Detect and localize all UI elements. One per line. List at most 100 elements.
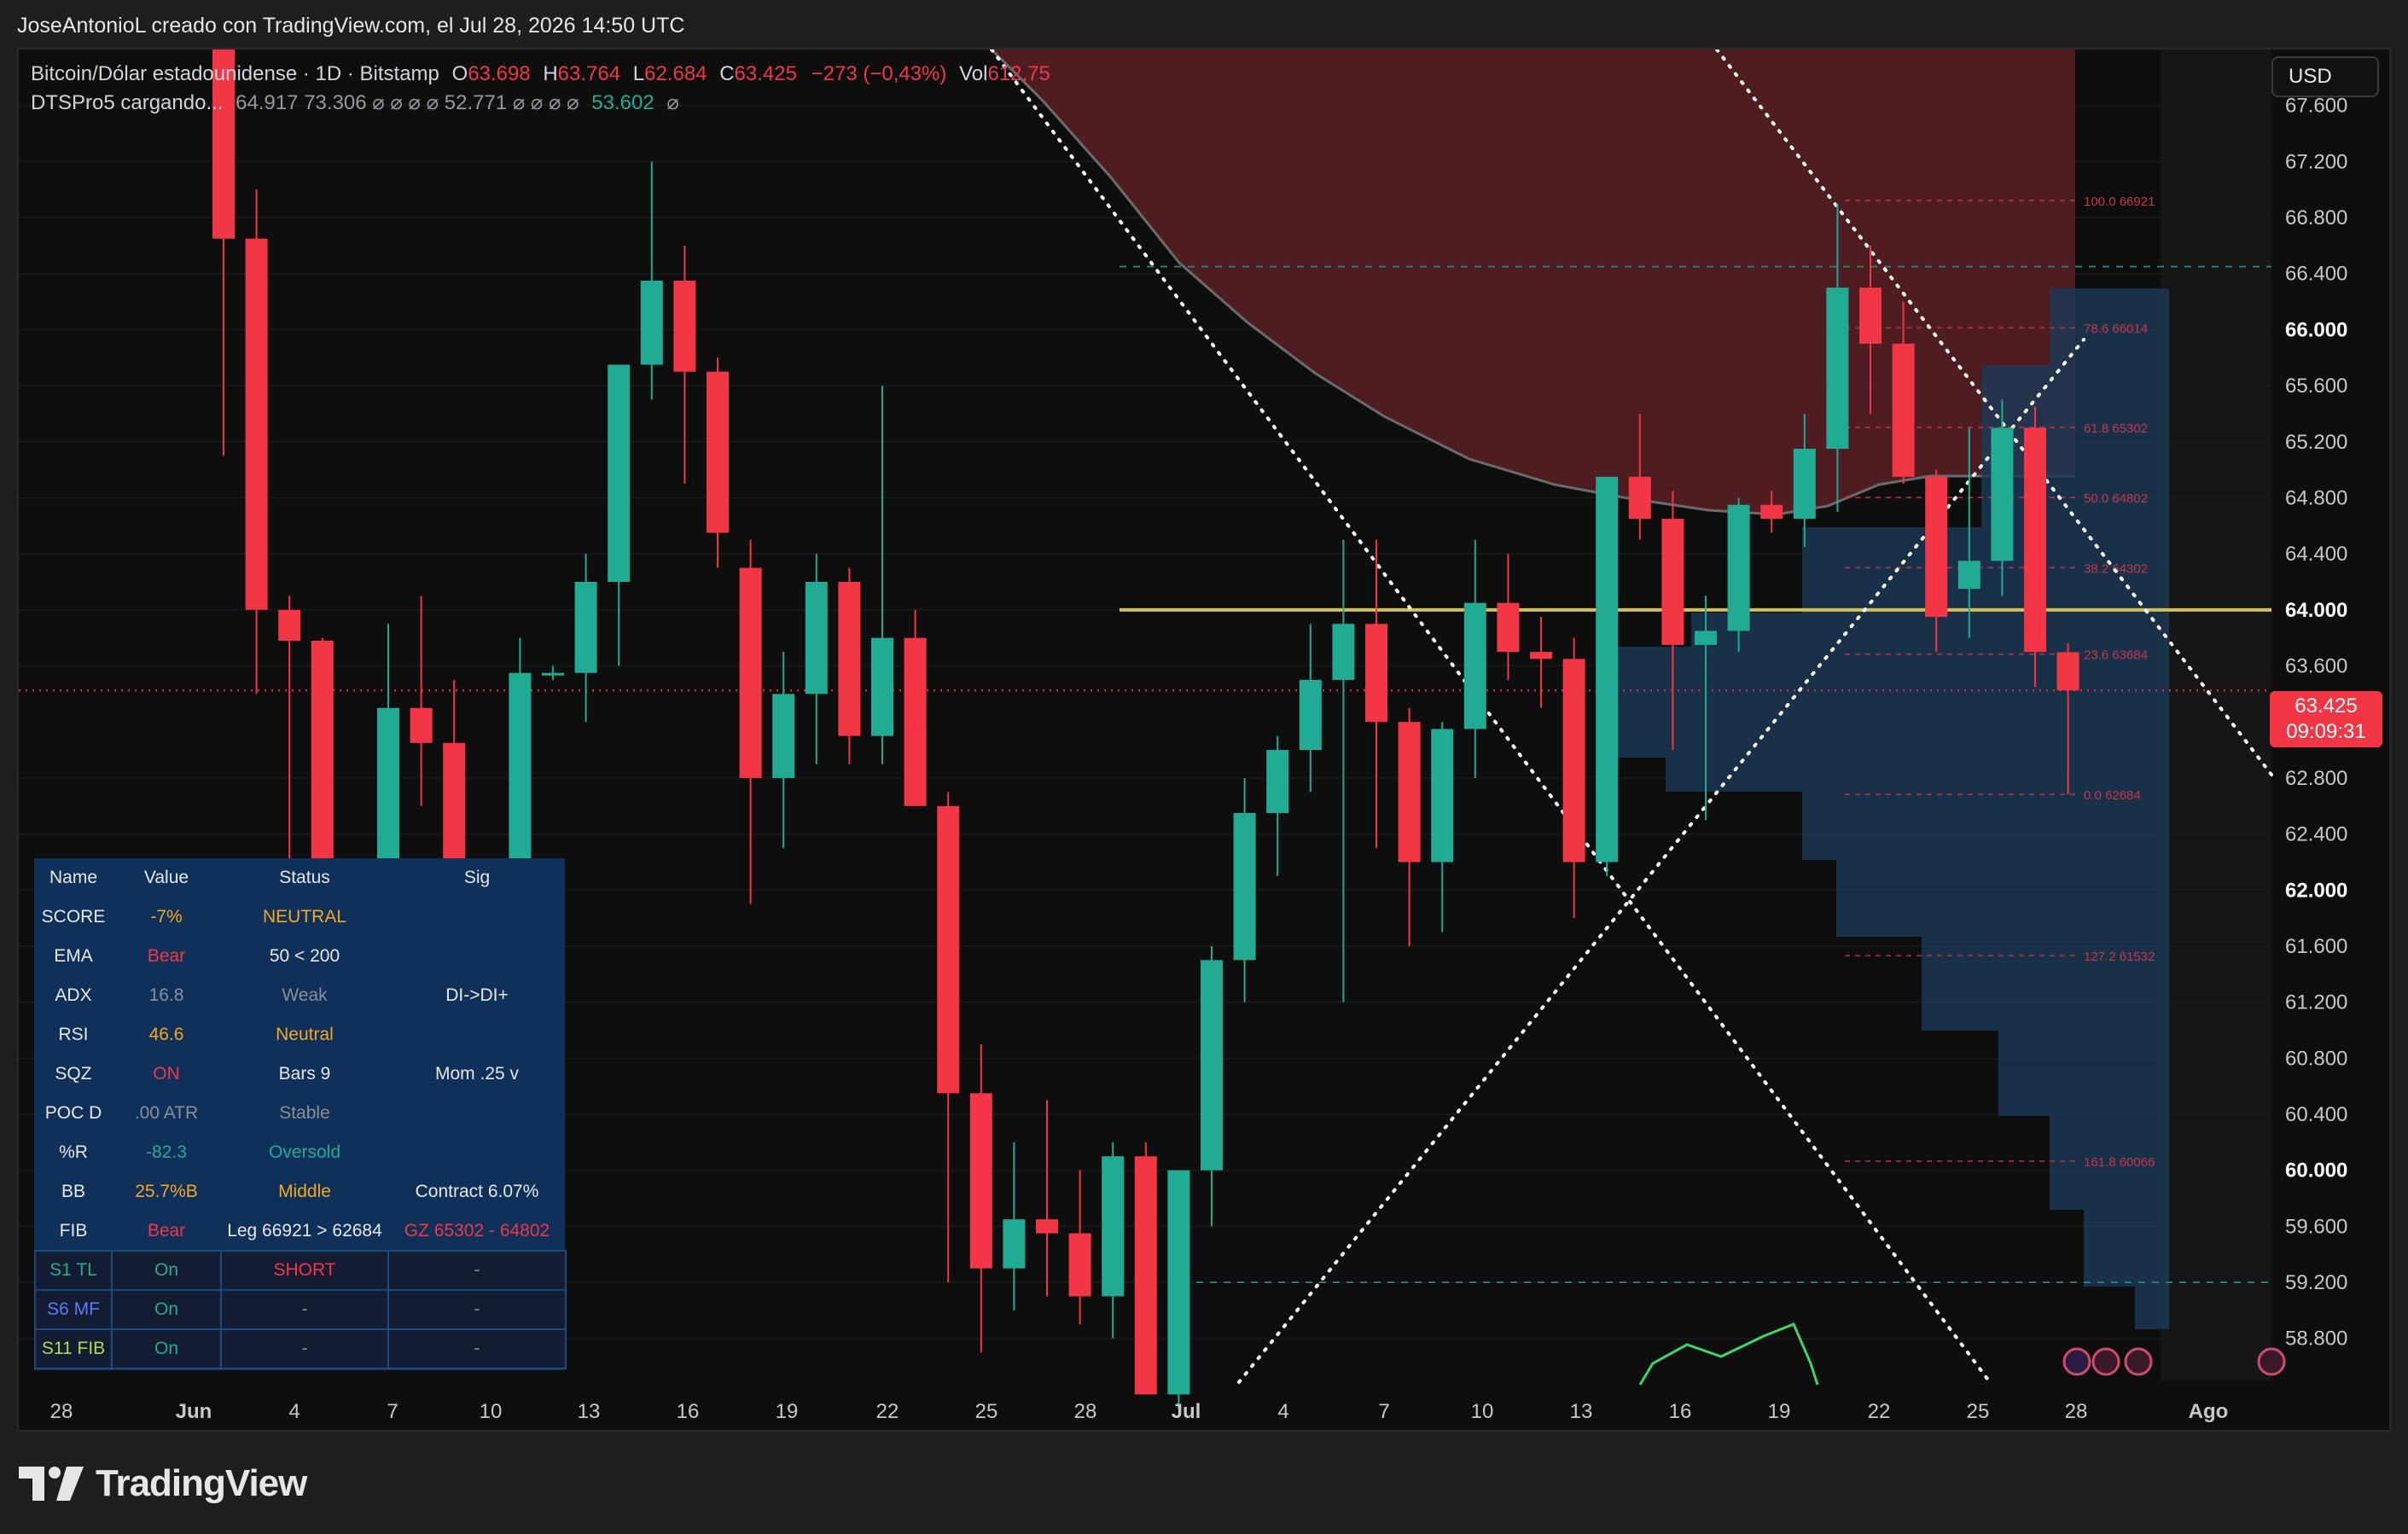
us-flag-event-icon <box>2091 1347 2120 1376</box>
table-row: RSI 46.6 Neutral <box>35 1015 566 1055</box>
volume-profile-bar <box>1691 613 2169 647</box>
row-status: Oversold <box>268 1142 341 1162</box>
row-name: POC D <box>44 1103 102 1123</box>
symbol-name[interactable]: Bitcoin/Dólar estadounidense · 1D · Bits… <box>31 62 439 85</box>
candle-body <box>410 707 433 743</box>
candle-body <box>278 609 301 641</box>
high-value: 63.764 <box>557 62 621 85</box>
y-axis-tick-label: 67.200 <box>2285 150 2347 173</box>
row-status: NEUTRAL <box>262 907 347 927</box>
candle-body <box>1530 652 1552 660</box>
y-axis-tick-label: 61.600 <box>2285 935 2347 958</box>
row-status: Middle <box>278 1182 331 1201</box>
candle-body <box>838 582 861 736</box>
change-value: −273 (−0,43%) <box>811 62 947 85</box>
y-axis-tick-label: 66.800 <box>2285 206 2347 230</box>
x-axis-tick-label: 13 <box>578 1400 601 1423</box>
currency-button[interactable]: USD <box>2271 56 2379 97</box>
x-axis-tick-label: 25 <box>975 1400 998 1423</box>
us-flag-event-icon <box>2257 1347 2286 1376</box>
candle <box>1134 1142 1157 1395</box>
indicator-name[interactable]: DTSPro5 cargando... <box>31 91 223 114</box>
signal-status: SHORT <box>220 1250 389 1291</box>
x-axis-tick-label: 28 <box>1074 1400 1097 1423</box>
candle <box>2024 406 2046 688</box>
fib-level-label: 50.0 64802 <box>2084 491 2148 506</box>
signal-row: S1 TL On SHORT - <box>34 1250 567 1291</box>
brand-name: TradingView <box>96 1462 307 1504</box>
x-axis-tick-label: 13 <box>1570 1400 1593 1423</box>
candle-body <box>871 637 893 736</box>
signal-value: On <box>111 1250 222 1291</box>
table-row: POC D .00 ATR Stable <box>35 1094 566 1133</box>
candle-body <box>1892 343 1915 477</box>
candle-body <box>1167 1170 1190 1395</box>
volume-profile-bar <box>1998 1031 2169 1116</box>
indicator-value-green: 53.602 <box>591 91 654 114</box>
candle-body <box>245 238 268 610</box>
row-value: 46.6 <box>148 1025 184 1044</box>
row-value: 16.8 <box>148 985 184 1005</box>
signal-sig: - <box>387 1289 567 1330</box>
tradingview-logo[interactable]: TradingView <box>19 1462 307 1505</box>
table-row: ADX 16.8 Weak DI->DI+ <box>35 976 566 1015</box>
row-sig <box>388 1133 566 1172</box>
candle-body <box>1102 1156 1125 1297</box>
row-name: ADX <box>55 985 92 1005</box>
close-value: 63.425 <box>734 62 797 85</box>
row-status: Neutral <box>276 1025 334 1044</box>
table-header-cell: Name <box>49 868 98 887</box>
candle-body <box>1596 476 1619 863</box>
signal-name: S11 FIB <box>34 1328 113 1369</box>
symbol-legend-row[interactable]: Bitcoin/Dólar estadounidense · 1D · Bits… <box>31 60 1050 89</box>
candle-body <box>542 672 564 676</box>
tradingview-logo-icon <box>19 1467 84 1501</box>
candle-body <box>1497 602 1520 653</box>
x-axis-tick-label: 7 <box>387 1400 398 1423</box>
x-axis-tick-label: 4 <box>288 1400 300 1423</box>
y-axis-tick-label: 66.400 <box>2285 263 2347 286</box>
candle-body <box>1661 519 1684 645</box>
open-label: O <box>451 62 468 85</box>
y-axis-tick-label: 62.400 <box>2285 823 2347 846</box>
indicator-values: 64.917 73.306 ⌀ ⌀ ⌀ ⌀ 52.771 ⌀ ⌀ ⌀ ⌀ <box>236 91 579 114</box>
table-row: %R -82.3 Oversold <box>35 1133 566 1172</box>
candle-body <box>1299 679 1322 751</box>
fib-level-label: 61.8 65302 <box>2084 421 2148 436</box>
row-status: Leg 66921 > 62684 <box>227 1220 382 1241</box>
x-axis-tick-label: Ago <box>2189 1400 2229 1423</box>
candle-body <box>1760 504 1783 520</box>
fib-level-label: 0.0 62684 <box>2084 788 2141 803</box>
y-axis-tick-label: 67.600 <box>2285 95 2347 118</box>
x-axis-tick-label: 25 <box>1967 1400 1990 1423</box>
y-axis-tick-label: 59.600 <box>2285 1215 2347 1238</box>
candle-body <box>937 805 960 1094</box>
row-sig <box>388 937 566 976</box>
row-sig <box>388 1015 566 1055</box>
table-row: FIB Bear Leg 66921 > 62684 GZ 65302 - 64802 <box>35 1212 566 1251</box>
x-axis-tick-label: 10 <box>1471 1400 1494 1423</box>
x-axis-tick-label: Jun <box>176 1400 212 1423</box>
candle <box>838 567 861 764</box>
chart-area[interactable]: 100.0 66921 78.6 66014 61.8 65302 50.0 6480… <box>17 48 2391 1432</box>
y-axis-tick-label: 60.000 <box>2285 1159 2347 1182</box>
x-axis-tick-label: 19 <box>776 1400 799 1423</box>
row-sig: Mom .25 v <box>434 1064 520 1084</box>
y-axis-tick-label: 62.800 <box>2285 767 2347 790</box>
row-sig: Contract 6.07% <box>415 1182 539 1201</box>
y-axis-tick-label: 60.400 <box>2285 1103 2347 1126</box>
candle-body <box>673 280 696 372</box>
x-axis-tick-label: 16 <box>1669 1400 1692 1423</box>
signal-name: S1 TL <box>34 1250 113 1291</box>
future-shading <box>2161 49 2271 1380</box>
candle-body <box>1793 449 1816 520</box>
fib-level-label: 161.8 60066 <box>2084 1155 2155 1170</box>
candle-body <box>1266 750 1289 813</box>
indicator-legend-row[interactable]: DTSPro5 cargando... 64.917 73.306 ⌀ ⌀ ⌀ … <box>31 89 1050 118</box>
candle-body <box>1134 1156 1157 1395</box>
row-name: BB <box>61 1182 85 1201</box>
signal-row: S6 MF On - - <box>34 1289 567 1330</box>
volume-value: 612,75 <box>987 62 1050 85</box>
row-status: Weak <box>282 985 328 1005</box>
high-label: H <box>543 62 558 85</box>
